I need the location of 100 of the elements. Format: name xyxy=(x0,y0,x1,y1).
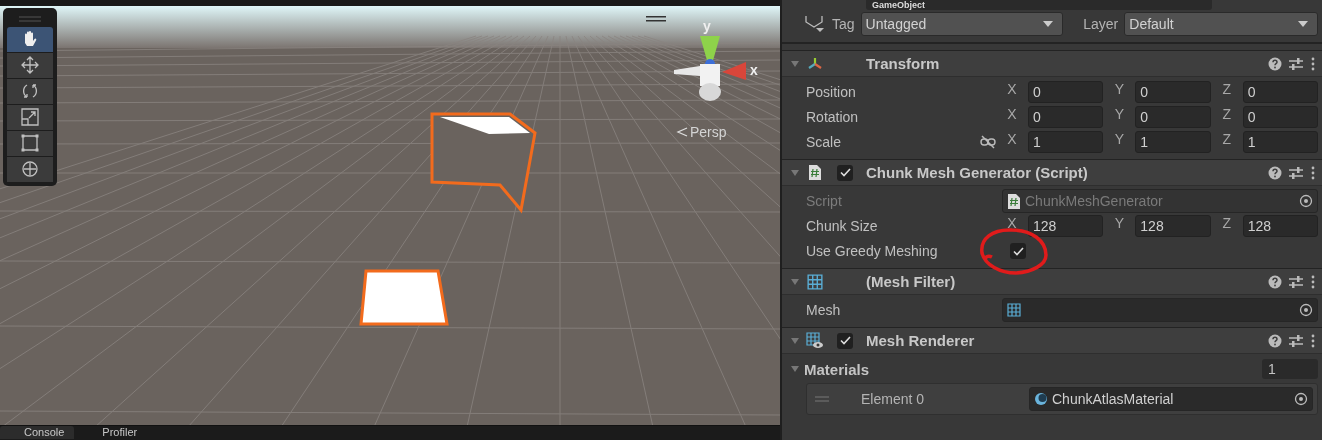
axis-label: Z xyxy=(1221,215,1232,233)
axis-label: X xyxy=(1006,106,1018,124)
help-icon[interactable] xyxy=(1268,56,1282,71)
foldout-icon[interactable] xyxy=(790,58,800,69)
number-field[interactable]: 1 xyxy=(1242,131,1318,153)
mesh-eye-icon xyxy=(806,332,824,349)
kebab-menu-icon[interactable] xyxy=(1310,165,1316,180)
layer-dropdown[interactable]: Default xyxy=(1124,12,1318,36)
checkbox[interactable] xyxy=(837,332,853,349)
checkmark-icon xyxy=(1012,246,1024,256)
sliders-icon[interactable] xyxy=(1288,56,1304,71)
object-picker-icon[interactable] xyxy=(1294,392,1308,406)
number-field[interactable]: 0 xyxy=(1242,106,1318,128)
axis-label: Z xyxy=(1221,131,1232,149)
panel-tab[interactable]: Profiler xyxy=(78,426,148,440)
sliders-icon[interactable] xyxy=(1288,165,1304,180)
axis-label: X xyxy=(1006,215,1018,233)
axes-icon xyxy=(807,56,823,71)
sliders-icon[interactable] xyxy=(1288,274,1304,289)
checkmark-icon xyxy=(839,168,851,177)
grip-icon[interactable] xyxy=(19,16,41,22)
script-file-icon xyxy=(1007,192,1021,210)
mesh-grid-icon xyxy=(807,273,823,290)
number-field[interactable]: 128 xyxy=(1135,215,1211,237)
number-field[interactable]: 128 xyxy=(1242,215,1318,237)
number-field[interactable]: 1 xyxy=(1135,131,1211,153)
projection-toggle[interactable]: Persp xyxy=(676,124,727,140)
axis-label: X xyxy=(1006,81,1018,99)
object-picker-icon[interactable] xyxy=(1299,303,1313,317)
axis-label: Y xyxy=(1113,131,1125,149)
checkbox[interactable] xyxy=(837,164,853,181)
layer-label: Layer xyxy=(1083,16,1119,32)
number-field[interactable]: 0 xyxy=(1135,106,1211,128)
axis-label: x xyxy=(750,62,758,78)
axis-label: Y xyxy=(1113,215,1125,233)
axis-label: Z xyxy=(1221,106,1232,124)
count-field[interactable]: 1 xyxy=(1262,359,1318,379)
checkbox[interactable] xyxy=(1010,243,1026,259)
scene-viewport[interactable]: y x Persp xyxy=(0,6,780,426)
property-label: Script xyxy=(806,193,843,209)
checkmark-icon xyxy=(839,336,851,345)
number-field[interactable]: 0 xyxy=(1135,81,1211,103)
kebab-menu-icon[interactable] xyxy=(1310,274,1316,289)
axis-label: y xyxy=(703,18,711,34)
foldout-icon[interactable] xyxy=(790,276,800,287)
help-icon[interactable] xyxy=(1268,333,1282,348)
property-label: Position xyxy=(806,84,857,100)
help-icon[interactable] xyxy=(1268,274,1282,289)
number-field[interactable]: 0 xyxy=(1028,81,1104,103)
axis-label: Y xyxy=(1113,81,1125,99)
panel-tab[interactable]: Console xyxy=(0,426,75,440)
element-label: Element 0 xyxy=(860,391,926,407)
tag-dropdown[interactable]: Untagged xyxy=(860,12,1064,36)
foldout-icon[interactable] xyxy=(790,167,800,178)
object-picker-icon[interactable] xyxy=(1299,194,1313,208)
object-field[interactable]: ChunkAtlasMaterial xyxy=(1029,387,1313,411)
tool-button[interactable] xyxy=(7,131,53,156)
component-header[interactable]: Chunk Mesh Generator (Script) xyxy=(782,159,1322,186)
property-label: Rotation xyxy=(806,109,860,125)
component-header[interactable]: Mesh Renderer xyxy=(782,327,1322,354)
foldout-icon[interactable] xyxy=(790,364,800,374)
property-label: Use Greedy Meshing xyxy=(806,243,939,259)
kebab-menu-icon[interactable] xyxy=(1310,56,1316,71)
foldout-icon[interactable] xyxy=(790,335,800,346)
transform-tool-icon xyxy=(20,159,40,180)
caret-icon xyxy=(1297,20,1309,28)
property-label: Mesh xyxy=(806,302,842,318)
component-header[interactable]: Transform xyxy=(782,50,1322,77)
component-title: Transform xyxy=(866,55,941,72)
object-field[interactable] xyxy=(1002,298,1318,322)
axis-label: Z xyxy=(1221,81,1232,99)
tool-button[interactable] xyxy=(7,157,53,182)
tool-button[interactable] xyxy=(7,53,53,78)
number-field[interactable]: 128 xyxy=(1028,215,1104,237)
mesh-grid-icon xyxy=(1007,303,1021,317)
move-arrows-icon xyxy=(20,55,40,76)
kebab-menu-icon[interactable] xyxy=(1310,333,1316,348)
axis-label: X xyxy=(1006,131,1018,149)
property-label: Scale xyxy=(806,134,843,150)
tool-button[interactable] xyxy=(7,27,53,52)
drag-handle-icon[interactable] xyxy=(815,395,829,403)
axis-label: Y xyxy=(1113,106,1125,124)
number-field[interactable]: 0 xyxy=(1028,106,1104,128)
material-sphere-icon xyxy=(1034,392,1048,406)
component-title: (Mesh Filter) xyxy=(866,273,957,290)
help-icon[interactable] xyxy=(1268,165,1282,180)
chevron-icon xyxy=(676,126,688,138)
component-header[interactable]: (Mesh Filter) xyxy=(782,268,1322,295)
drag-handle-icon[interactable] xyxy=(646,16,666,22)
number-field[interactable]: 0 xyxy=(1242,81,1318,103)
rect-tool-icon xyxy=(20,133,40,154)
tool-button[interactable] xyxy=(7,105,53,130)
sliders-icon[interactable] xyxy=(1288,333,1304,348)
tool-button[interactable] xyxy=(7,79,53,104)
list-label: Materials xyxy=(804,360,871,378)
number-field[interactable]: 1 xyxy=(1028,131,1104,153)
name-field[interactable]: GameObject xyxy=(866,0,1212,10)
unlinked-icon[interactable] xyxy=(980,135,996,149)
component-title: Mesh Renderer xyxy=(866,332,976,349)
script-file-icon xyxy=(808,164,822,181)
